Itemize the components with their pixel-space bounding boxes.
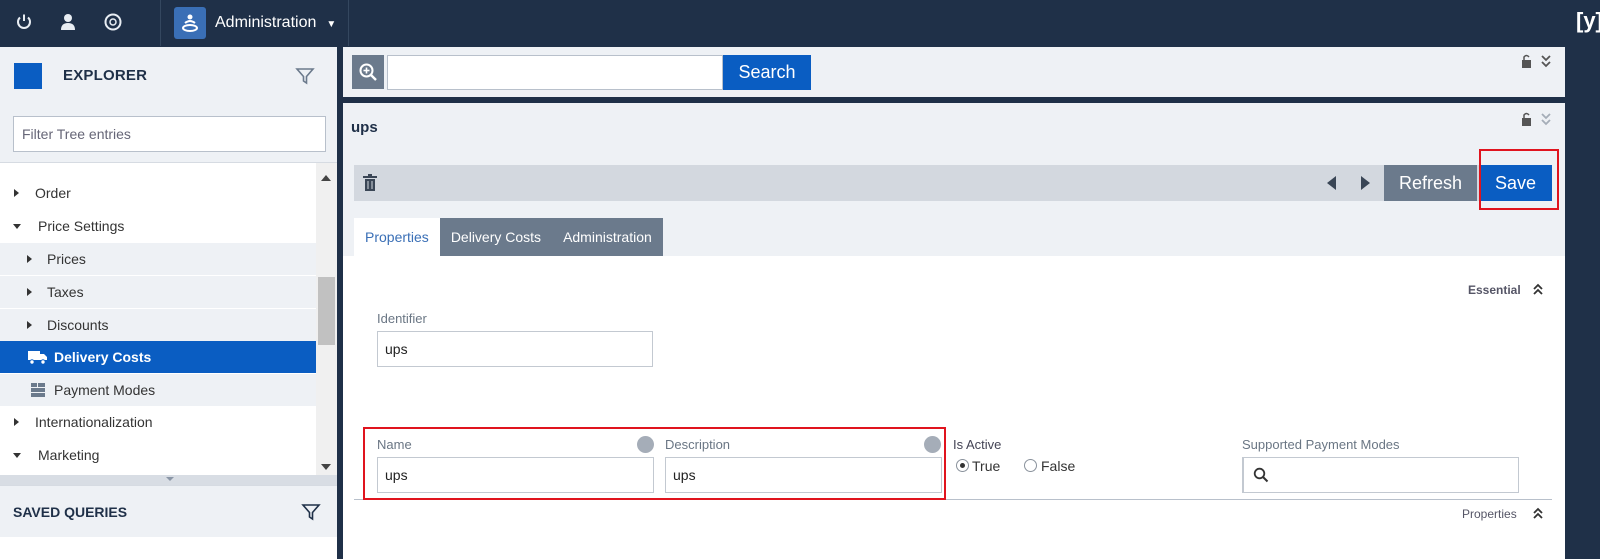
next-arrow-icon[interactable] xyxy=(1361,176,1370,190)
essential-section-label: Essential xyxy=(1468,283,1521,297)
tree-item-label: Taxes xyxy=(47,284,84,300)
panel-splitter[interactable] xyxy=(0,475,337,485)
tree-item-internationalization[interactable]: Internationalization xyxy=(0,406,316,438)
scroll-up-arrow-icon[interactable] xyxy=(321,175,331,181)
panel-controls xyxy=(1522,54,1551,69)
splitter-handle-icon xyxy=(166,477,174,481)
collapse-section-icon[interactable] xyxy=(1531,506,1545,520)
top-bar: Administration ▼ [y] xyxy=(0,0,1600,46)
search-panel: Search xyxy=(343,47,1565,97)
explorer-title: EXPLORER xyxy=(63,67,148,84)
collapse-arrow-icon[interactable] xyxy=(13,452,21,458)
truck-icon xyxy=(28,350,47,365)
identifier-input[interactable]: ups xyxy=(377,331,653,367)
is-active-false-label[interactable]: False xyxy=(1041,458,1075,474)
tree-item-discounts[interactable]: Discounts xyxy=(0,309,316,341)
top-bar-separator xyxy=(348,0,349,46)
description-input[interactable]: ups xyxy=(665,457,942,493)
panel-controls xyxy=(1522,112,1551,127)
filter-bar xyxy=(0,105,337,163)
editor-tabs: Properties Delivery Costs Administration xyxy=(354,218,663,256)
action-bar: Refresh Save xyxy=(354,165,1552,201)
app-switcher[interactable]: Administration ▼ xyxy=(164,0,354,46)
tab-delivery-costs[interactable]: Delivery Costs xyxy=(439,218,553,256)
tree-item-order[interactable]: Order xyxy=(0,177,316,209)
user-icon[interactable] xyxy=(56,10,80,34)
tree-item-price-settings[interactable]: Price Settings xyxy=(0,210,316,242)
trash-icon[interactable] xyxy=(362,173,378,193)
scroll-down-arrow-icon[interactable] xyxy=(321,464,331,470)
lock-icon[interactable] xyxy=(1522,54,1531,69)
tree-item-label: Price Settings xyxy=(38,218,125,234)
collapse-arrow-icon[interactable] xyxy=(13,223,21,229)
filter-icon[interactable] xyxy=(301,502,321,522)
app-name: Administration xyxy=(215,14,317,31)
expand-arrow-icon[interactable] xyxy=(27,255,32,263)
tree-item-label: Marketing xyxy=(38,447,100,463)
description-label: Description xyxy=(665,437,731,452)
expand-arrow-icon[interactable] xyxy=(14,418,19,426)
editor-title: ups xyxy=(351,119,378,136)
saved-queries-list xyxy=(0,537,337,559)
brand-logo: [y] xyxy=(1576,8,1600,33)
tree-item-label: Delivery Costs xyxy=(54,349,152,365)
tab-properties[interactable]: Properties xyxy=(354,218,440,256)
explorer-panel: EXPLORER Order Price Settings Prices Tax… xyxy=(0,47,340,559)
is-active-label: Is Active xyxy=(953,437,1002,452)
payment-modes-icon xyxy=(31,383,45,397)
tree-scrollbar-thumb[interactable] xyxy=(318,277,335,345)
lock-icon[interactable] xyxy=(1522,112,1531,127)
explorer-header: EXPLORER xyxy=(0,47,337,105)
saved-queries-title: SAVED QUERIES xyxy=(13,504,128,520)
filter-icon[interactable] xyxy=(295,66,315,86)
previous-arrow-icon[interactable] xyxy=(1327,176,1336,190)
expand-arrow-icon[interactable] xyxy=(14,189,19,197)
globe-icon[interactable] xyxy=(101,10,125,34)
saved-queries-header: SAVED QUERIES xyxy=(0,485,337,537)
payment-modes-label: Supported Payment Modes xyxy=(1242,437,1400,452)
is-active-false-radio[interactable] xyxy=(1024,459,1037,472)
localization-icon[interactable] xyxy=(924,436,941,453)
tree-item-label: Internationalization xyxy=(35,414,153,430)
search-input[interactable] xyxy=(387,55,723,90)
power-icon[interactable] xyxy=(12,10,36,34)
admin-app-icon xyxy=(174,7,206,39)
tree-item-label: Prices xyxy=(47,251,86,267)
explorer-icon xyxy=(14,63,42,89)
tree-item-label: Discounts xyxy=(47,317,109,333)
chevron-down-icon: ▼ xyxy=(326,19,337,30)
payment-modes-input[interactable] xyxy=(1242,457,1519,493)
name-label: Name xyxy=(377,437,412,452)
filter-tree-input[interactable] xyxy=(13,116,326,152)
search-button[interactable]: Search xyxy=(723,55,811,90)
expand-arrow-icon[interactable] xyxy=(27,288,32,296)
identifier-label: Identifier xyxy=(377,311,427,326)
tab-content: Essential Identifier ups Properties xyxy=(343,256,1565,559)
advanced-search-icon[interactable] xyxy=(352,55,384,89)
tree-item-taxes[interactable]: Taxes xyxy=(0,276,316,308)
tree-item-prices[interactable]: Prices xyxy=(0,243,316,275)
tree-item-marketing[interactable]: Marketing xyxy=(0,439,316,471)
expand-arrow-icon[interactable] xyxy=(27,321,32,329)
tree-item-label: Payment Modes xyxy=(54,382,156,398)
save-button[interactable]: Save xyxy=(1479,165,1552,201)
tree-item-label: Order xyxy=(35,185,71,201)
is-active-true-radio[interactable] xyxy=(956,459,969,472)
collapse-panel-icon[interactable] xyxy=(1541,55,1551,68)
localization-icon[interactable] xyxy=(637,436,654,453)
tree-item-delivery-costs[interactable]: Delivery Costs xyxy=(0,341,316,373)
top-bar-separator xyxy=(160,0,161,46)
tab-administration[interactable]: Administration xyxy=(552,218,663,256)
collapse-section-icon[interactable] xyxy=(1531,282,1545,296)
tree-item-payment-modes[interactable]: Payment Modes xyxy=(0,374,316,406)
name-input[interactable]: ups xyxy=(377,457,654,493)
collapse-panel-icon[interactable] xyxy=(1541,113,1551,126)
refresh-button[interactable]: Refresh xyxy=(1384,165,1477,201)
section-divider xyxy=(354,499,1552,500)
properties-section-label: Properties xyxy=(1462,507,1517,521)
is-active-true-label[interactable]: True xyxy=(972,458,1000,474)
search-icon[interactable] xyxy=(1243,457,1277,493)
explorer-tree: Order Price Settings Prices Taxes Discou… xyxy=(0,163,316,475)
